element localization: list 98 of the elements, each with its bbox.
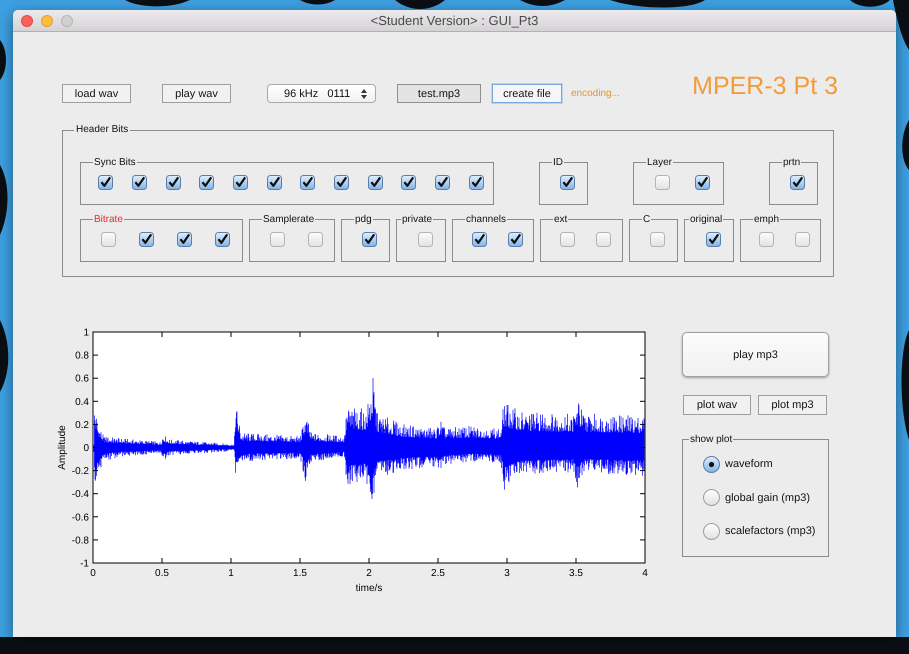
tick-label: 0.2 (75, 420, 89, 431)
tick-label: 0.5 (155, 568, 169, 579)
tick-label: 2 (366, 568, 372, 579)
tick-label: -1 (80, 558, 89, 570)
checkbox[interactable] (468, 175, 484, 190)
group-label: ID (552, 156, 564, 169)
checkbox[interactable] (434, 175, 450, 190)
radio-label: global gain (mp3) (725, 492, 810, 504)
create-file-button[interactable]: create file (492, 84, 562, 103)
checkbox[interactable] (706, 232, 720, 247)
group-label: ext (553, 213, 568, 226)
group-label: Sync Bits (93, 156, 137, 169)
leaf-silhouette (0, 320, 8, 392)
tick-label: 0.6 (75, 374, 89, 385)
close-button[interactable] (21, 14, 33, 26)
leaf-silhouette (0, 40, 6, 80)
group-label: prtn (782, 156, 802, 169)
checkbox[interactable] (308, 232, 322, 247)
group-label: Layer (646, 156, 674, 169)
checkbox[interactable] (472, 232, 486, 247)
group-label: original (689, 213, 724, 226)
tick-label: 1.5 (293, 568, 307, 579)
checkbox[interactable] (401, 175, 416, 190)
tick-label: 3 (504, 568, 510, 579)
tick-label: 2.5 (431, 568, 445, 579)
checkbox[interactable] (560, 175, 575, 190)
leaf-silhouette (125, 0, 190, 6)
load-wav-button[interactable]: load wav (62, 84, 131, 103)
checkbox[interactable] (270, 232, 284, 247)
checkbox[interactable] (794, 232, 810, 247)
tick-label: 1 (83, 328, 89, 338)
checkbox[interactable] (166, 175, 181, 190)
checkbox[interactable] (560, 232, 575, 247)
checkbox[interactable] (418, 232, 432, 247)
tick-label: -0.8 (72, 535, 89, 546)
y-axis-label: Amplitude (57, 425, 68, 470)
play-wav-button[interactable]: play wav (162, 84, 231, 103)
checkbox[interactable] (132, 175, 147, 190)
leaf-silhouette (520, 0, 565, 6)
panel-title: show plot (689, 433, 734, 446)
checkbox[interactable] (790, 175, 805, 190)
up-down-arrows-icon (361, 88, 367, 98)
checkbox[interactable] (300, 175, 316, 190)
group-label: Bitrate (93, 213, 124, 226)
checkbox[interactable] (98, 175, 114, 190)
sample-rate-popup[interactable]: 96 kHz 0111 (267, 84, 376, 103)
checkbox[interactable] (199, 175, 214, 190)
app-title: MPER-3 Pt 3 (692, 71, 838, 101)
group-label: emph (753, 213, 780, 226)
checkbox[interactable] (138, 232, 154, 247)
plot-button[interactable]: plot mp3 (758, 395, 827, 415)
panel-title: Header Bits (75, 124, 130, 136)
tick-label: 3.5 (569, 568, 583, 579)
group-label: channels (465, 213, 508, 226)
tick-label: 4 (642, 568, 648, 579)
checkbox[interactable] (266, 175, 282, 190)
tick-label: 0 (83, 443, 89, 454)
checkbox[interactable] (508, 232, 522, 247)
checkbox[interactable] (654, 175, 670, 190)
group-label: C (642, 213, 652, 226)
window-title: <Student Version> : GUI_Pt3 (370, 13, 538, 28)
checkbox[interactable] (695, 175, 710, 190)
play-mp3-button[interactable]: play mp3 (682, 332, 829, 377)
radio-button[interactable] (703, 489, 720, 506)
group-label: private (401, 213, 434, 226)
group-label: Samplerate (262, 213, 316, 226)
filename-field[interactable]: test.mp3 (397, 84, 481, 103)
checkbox[interactable] (650, 232, 665, 247)
radio-label: waveform (725, 458, 773, 470)
checkbox[interactable] (232, 175, 248, 190)
tick-label: 0 (90, 568, 96, 579)
leaf-silhouette (300, 0, 335, 4)
checkbox[interactable] (177, 232, 192, 247)
checkbox[interactable] (759, 232, 774, 247)
checkbox[interactable] (596, 232, 612, 247)
radio-button[interactable] (703, 522, 720, 540)
status-text: encoding... (571, 87, 620, 101)
tick-label: -0.4 (72, 489, 89, 500)
leaf-silhouette (0, 165, 8, 235)
tick-label: 1 (228, 568, 234, 579)
radio-button[interactable] (703, 456, 720, 472)
leaf-silhouette (395, 0, 445, 9)
leaf-silhouette (893, 0, 909, 50)
tick-label: 0.8 (75, 350, 89, 362)
checkbox[interactable] (215, 232, 230, 247)
checkbox[interactable] (100, 232, 116, 247)
checkbox[interactable] (368, 175, 383, 190)
tick-label: -0.2 (72, 466, 89, 478)
x-axis-label: time/s (356, 583, 382, 594)
tick-label: -0.6 (72, 512, 89, 524)
leaf-silhouette (902, 120, 909, 170)
checkbox[interactable] (362, 232, 377, 247)
group-label: pdg (354, 213, 373, 226)
plot-button[interactable]: plot wav (683, 395, 751, 415)
checkbox[interactable] (334, 175, 349, 190)
leaf-silhouette (850, 0, 890, 7)
tick-label: 0.4 (75, 396, 89, 408)
radio-label: scalefactors (mp3) (725, 525, 816, 537)
